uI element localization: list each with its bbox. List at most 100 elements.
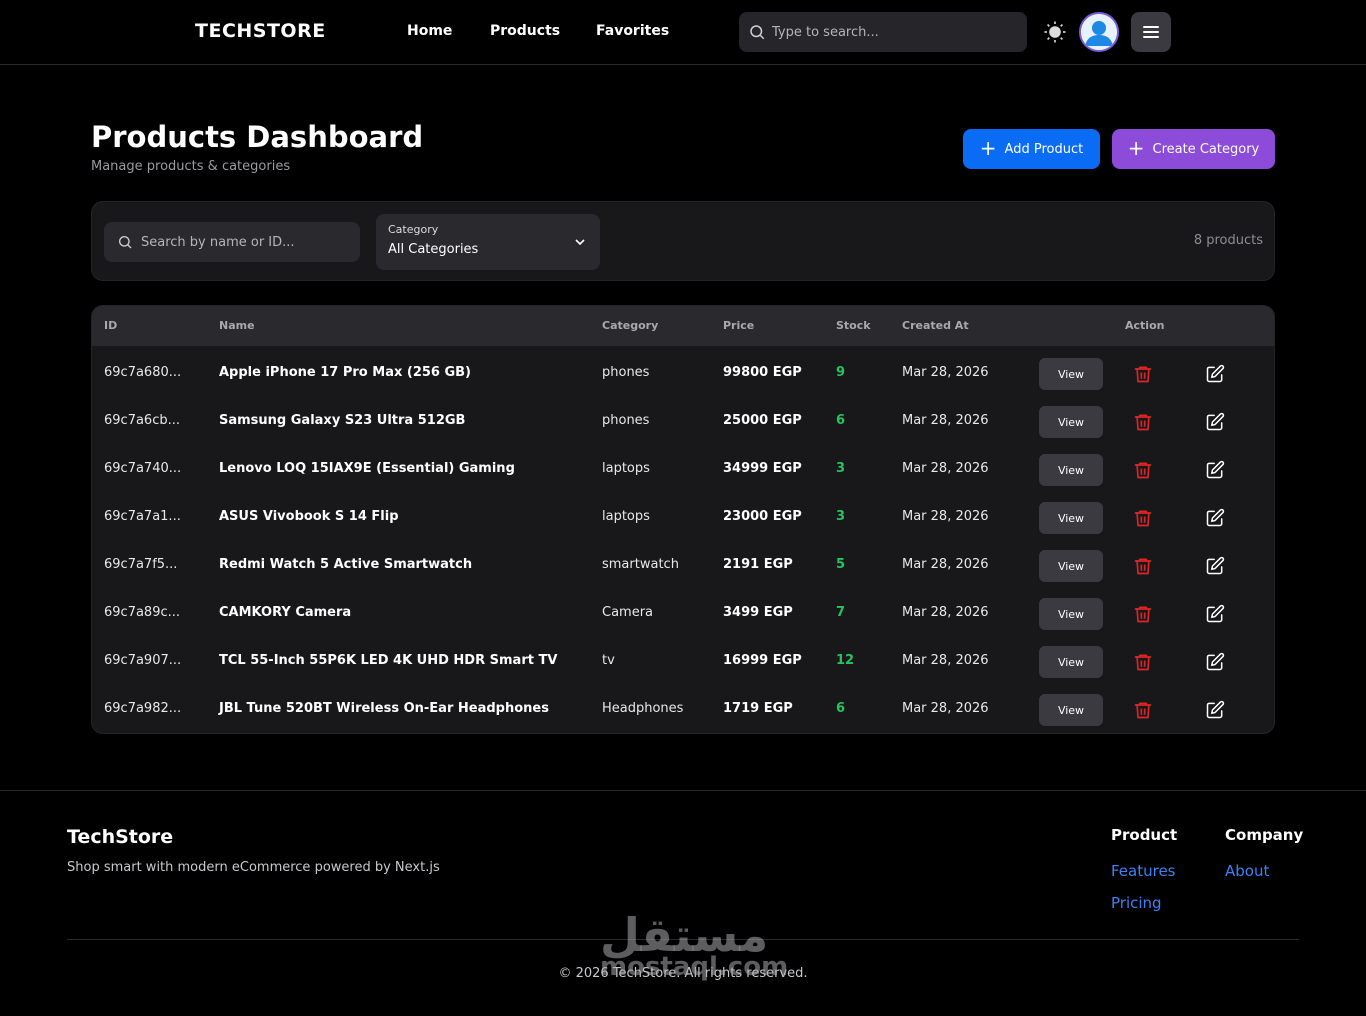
page-title: Products Dashboard xyxy=(91,120,424,154)
global-search-input[interactable] xyxy=(772,24,1012,40)
trash-icon[interactable] xyxy=(1133,508,1153,528)
trash-icon[interactable] xyxy=(1133,412,1153,432)
create-category-button[interactable]: + Create Category xyxy=(1112,129,1275,169)
edit-icon[interactable] xyxy=(1205,700,1225,720)
add-product-button[interactable]: + Add Product xyxy=(963,129,1100,169)
cell-category: laptops xyxy=(602,461,650,476)
cell-stock: 3 xyxy=(836,509,846,524)
footer-brand: TechStore xyxy=(67,826,174,848)
product-search-input[interactable] xyxy=(141,234,341,250)
table-header: ID Name Category Price Stock Created At … xyxy=(92,306,1274,346)
cell-name: Redmi Watch 5 Active Smartwatch xyxy=(219,557,473,572)
table-row: 69c7a982... JBL Tune 520BT Wireless On-E… xyxy=(92,686,1274,733)
edit-icon[interactable] xyxy=(1205,364,1225,384)
cell-id: 69c7a740... xyxy=(104,461,182,476)
column-header-id: ID xyxy=(104,319,118,332)
cell-stock: 12 xyxy=(836,653,855,668)
cell-name: JBL Tune 520BT Wireless On-Ear Headphone… xyxy=(219,701,549,716)
nav-link-favorites[interactable]: Favorites xyxy=(596,23,669,39)
cell-name: Samsung Galaxy S23 Ultra 512GB xyxy=(219,413,466,428)
cell-stock: 3 xyxy=(836,461,846,476)
trash-icon[interactable] xyxy=(1133,652,1153,672)
trash-icon[interactable] xyxy=(1133,364,1153,384)
cell-stock: 5 xyxy=(836,557,846,572)
column-header-category: Category xyxy=(602,319,659,332)
logo[interactable]: TECHSTORE xyxy=(195,20,326,42)
cell-price: 34999 EGP xyxy=(723,461,802,476)
cell-id: 69c7a982... xyxy=(104,701,182,716)
cell-price: 99800 EGP xyxy=(723,365,802,380)
view-button[interactable]: View xyxy=(1039,502,1103,534)
cell-stock: 6 xyxy=(836,701,846,716)
column-header-stock: Stock xyxy=(836,319,871,332)
table-row: 69c7a89c... CAMKORY Camera Camera 3499 E… xyxy=(92,590,1274,638)
plus-icon: + xyxy=(1127,136,1145,160)
chevron-down-icon xyxy=(575,239,585,246)
cell-id: 69c7a89c... xyxy=(104,605,181,620)
column-header-action: Action xyxy=(1125,319,1165,332)
cell-id: 69c7a7a1... xyxy=(104,509,181,524)
cell-id: 69c7a907... xyxy=(104,653,182,668)
cell-name: TCL 55-Inch 55P6K LED 4K UHD HDR Smart T… xyxy=(219,653,558,668)
cell-price: 16999 EGP xyxy=(723,653,802,668)
edit-icon[interactable] xyxy=(1205,412,1225,432)
view-button[interactable]: View xyxy=(1039,646,1103,678)
footer-link-pricing[interactable]: Pricing xyxy=(1111,894,1162,912)
cell-stock: 6 xyxy=(836,413,846,428)
footer-link-about[interactable]: About xyxy=(1225,862,1269,880)
add-product-label: Add Product xyxy=(1004,141,1084,157)
menu-button[interactable] xyxy=(1131,12,1171,52)
table-row: 69c7a740... Lenovo LOQ 15IAX9E (Essentia… xyxy=(92,446,1274,494)
nav-link-products[interactable]: Products xyxy=(490,23,560,39)
cell-category: Camera xyxy=(602,605,654,620)
view-button[interactable]: View xyxy=(1039,454,1103,486)
edit-icon[interactable] xyxy=(1205,556,1225,576)
trash-icon[interactable] xyxy=(1133,700,1153,720)
edit-icon[interactable] xyxy=(1205,652,1225,672)
copyright: © 2026 TechStore. All rights reserved. xyxy=(558,966,808,981)
user-avatar-icon xyxy=(1081,14,1117,50)
cell-price: 3499 EGP xyxy=(723,605,793,620)
trash-icon[interactable] xyxy=(1133,556,1153,576)
cell-created-at: Mar 28, 2026 xyxy=(902,509,989,524)
view-button[interactable]: View xyxy=(1039,550,1103,582)
cell-name: ASUS Vivobook S 14 Flip xyxy=(219,509,399,524)
cell-stock: 7 xyxy=(836,605,846,620)
create-category-label: Create Category xyxy=(1152,141,1260,157)
avatar[interactable] xyxy=(1079,12,1119,52)
cell-created-at: Mar 28, 2026 xyxy=(902,365,989,380)
table-row: 69c7a680... Apple iPhone 17 Pro Max (256… xyxy=(92,350,1274,398)
footer-link-features[interactable]: Features xyxy=(1111,862,1176,880)
view-button[interactable]: View xyxy=(1039,406,1103,438)
cell-id: 69c7a6cb... xyxy=(104,413,180,428)
footer-tagline: Shop smart with modern eCommerce powered… xyxy=(67,860,440,875)
table-row: 69c7a7f5... Redmi Watch 5 Active Smartwa… xyxy=(92,542,1274,590)
cell-created-at: Mar 28, 2026 xyxy=(902,605,989,620)
trash-icon[interactable] xyxy=(1133,604,1153,624)
edit-icon[interactable] xyxy=(1205,604,1225,624)
footer-product-title: Product xyxy=(1111,826,1178,844)
cell-category: Headphones xyxy=(602,701,684,716)
cell-created-at: Mar 28, 2026 xyxy=(902,557,989,572)
edit-icon[interactable] xyxy=(1205,508,1225,528)
navbar: TECHSTORE Home Products Favorites xyxy=(0,0,1366,65)
edit-icon[interactable] xyxy=(1205,460,1225,480)
search-icon xyxy=(750,25,765,40)
cell-category: phones xyxy=(602,365,650,380)
page-subtitle: Manage products & categories xyxy=(91,159,291,174)
cell-category: smartwatch xyxy=(602,557,679,572)
sun-icon[interactable] xyxy=(1043,20,1067,44)
cell-price: 2191 EGP xyxy=(723,557,793,572)
trash-icon[interactable] xyxy=(1133,460,1153,480)
cell-id: 69c7a7f5... xyxy=(104,557,178,572)
hamburger-icon xyxy=(1143,26,1159,38)
view-button[interactable]: View xyxy=(1039,694,1103,726)
column-header-created-at: Created At xyxy=(902,319,969,332)
view-button[interactable]: View xyxy=(1039,598,1103,630)
category-select[interactable]: Category All Categories xyxy=(376,214,600,270)
nav-link-home[interactable]: Home xyxy=(407,23,452,39)
products-table: ID Name Category Price Stock Created At … xyxy=(91,305,1275,734)
category-value: All Categories xyxy=(388,242,479,257)
view-button[interactable]: View xyxy=(1039,358,1103,390)
cell-category: tv xyxy=(602,653,615,668)
